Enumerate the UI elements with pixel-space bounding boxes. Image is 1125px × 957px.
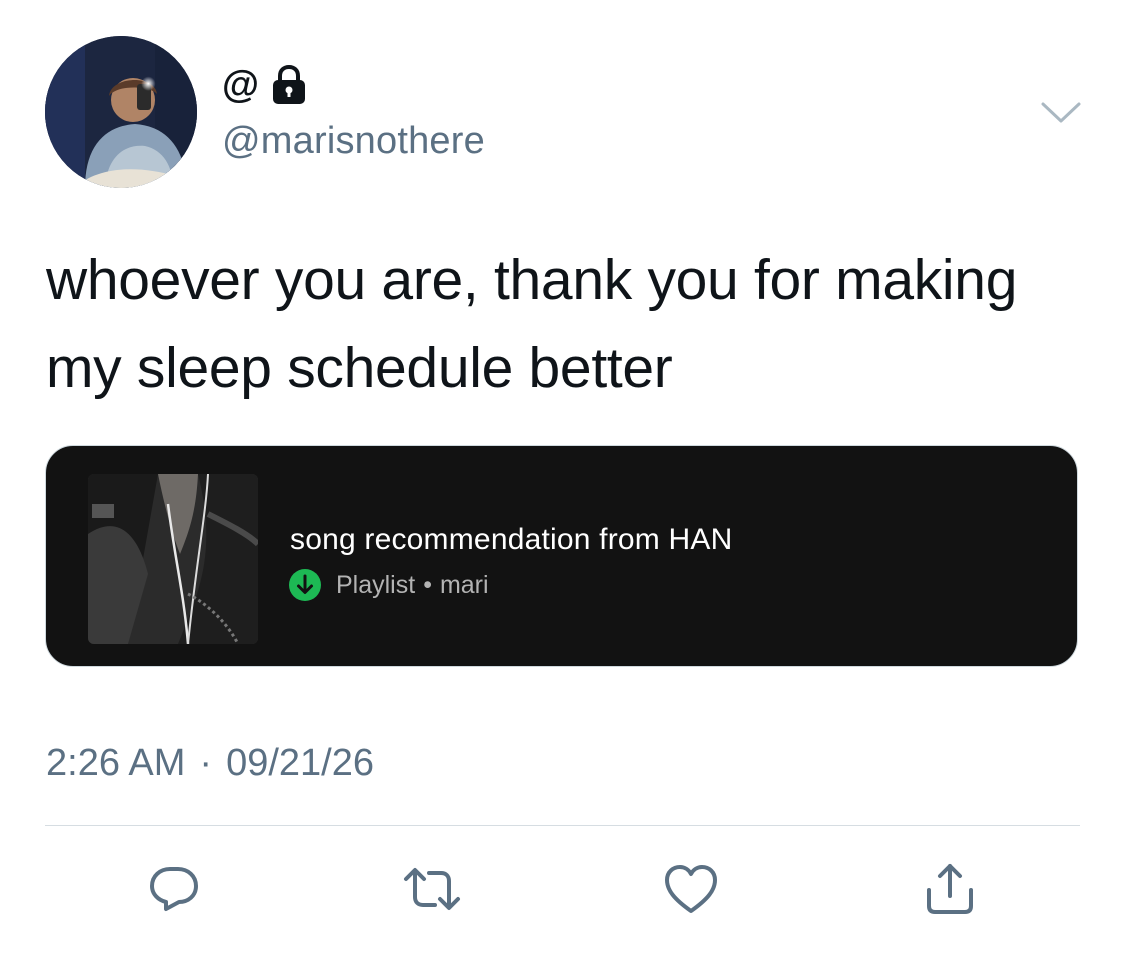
tweet-text-line: whoever you are, thank you for making bbox=[46, 248, 1018, 312]
share-icon bbox=[927, 864, 973, 914]
tweet-date: 09/21/26 bbox=[226, 742, 374, 784]
playlist-owner: mari bbox=[439, 571, 489, 599]
playlist-cover-image bbox=[88, 474, 258, 644]
download-icon bbox=[289, 569, 321, 601]
separator-dot: • bbox=[423, 571, 432, 599]
author-name-row: @ bbox=[222, 62, 309, 108]
playlist-type: Playlist bbox=[336, 571, 416, 599]
share-button[interactable] bbox=[919, 858, 981, 920]
heart-icon bbox=[665, 865, 717, 913]
display-name[interactable]: @ bbox=[222, 62, 259, 108]
reply-icon bbox=[150, 867, 198, 911]
author-handle[interactable]: @marisnothere bbox=[222, 118, 485, 164]
tweet-time: 2:26 AM bbox=[46, 742, 186, 784]
avatar[interactable] bbox=[45, 36, 197, 188]
tweet-timestamp[interactable]: 2:26 AM · 09/21/26 bbox=[46, 738, 374, 788]
tweet-text: whoever you are, thank you for making my… bbox=[46, 236, 1096, 412]
playlist-title: song recommendation from HAN bbox=[290, 523, 733, 556]
playlist-meta: Playlist • mari bbox=[288, 567, 489, 603]
tweet-text-line: my sleep schedule better bbox=[46, 336, 673, 400]
reply-button[interactable] bbox=[143, 858, 205, 920]
retweet-button[interactable] bbox=[401, 858, 463, 920]
lock-icon bbox=[273, 64, 306, 104]
timestamp-separator: · bbox=[199, 742, 213, 784]
retweet-icon bbox=[404, 868, 460, 910]
divider bbox=[45, 825, 1080, 826]
tweet: @ @marisnothere whoever you are, thank y… bbox=[0, 0, 1125, 957]
like-button[interactable] bbox=[660, 858, 722, 920]
playlist-card[interactable]: song recommendation from HAN Playlist • … bbox=[45, 445, 1078, 667]
chevron-down-icon[interactable] bbox=[1040, 100, 1082, 126]
